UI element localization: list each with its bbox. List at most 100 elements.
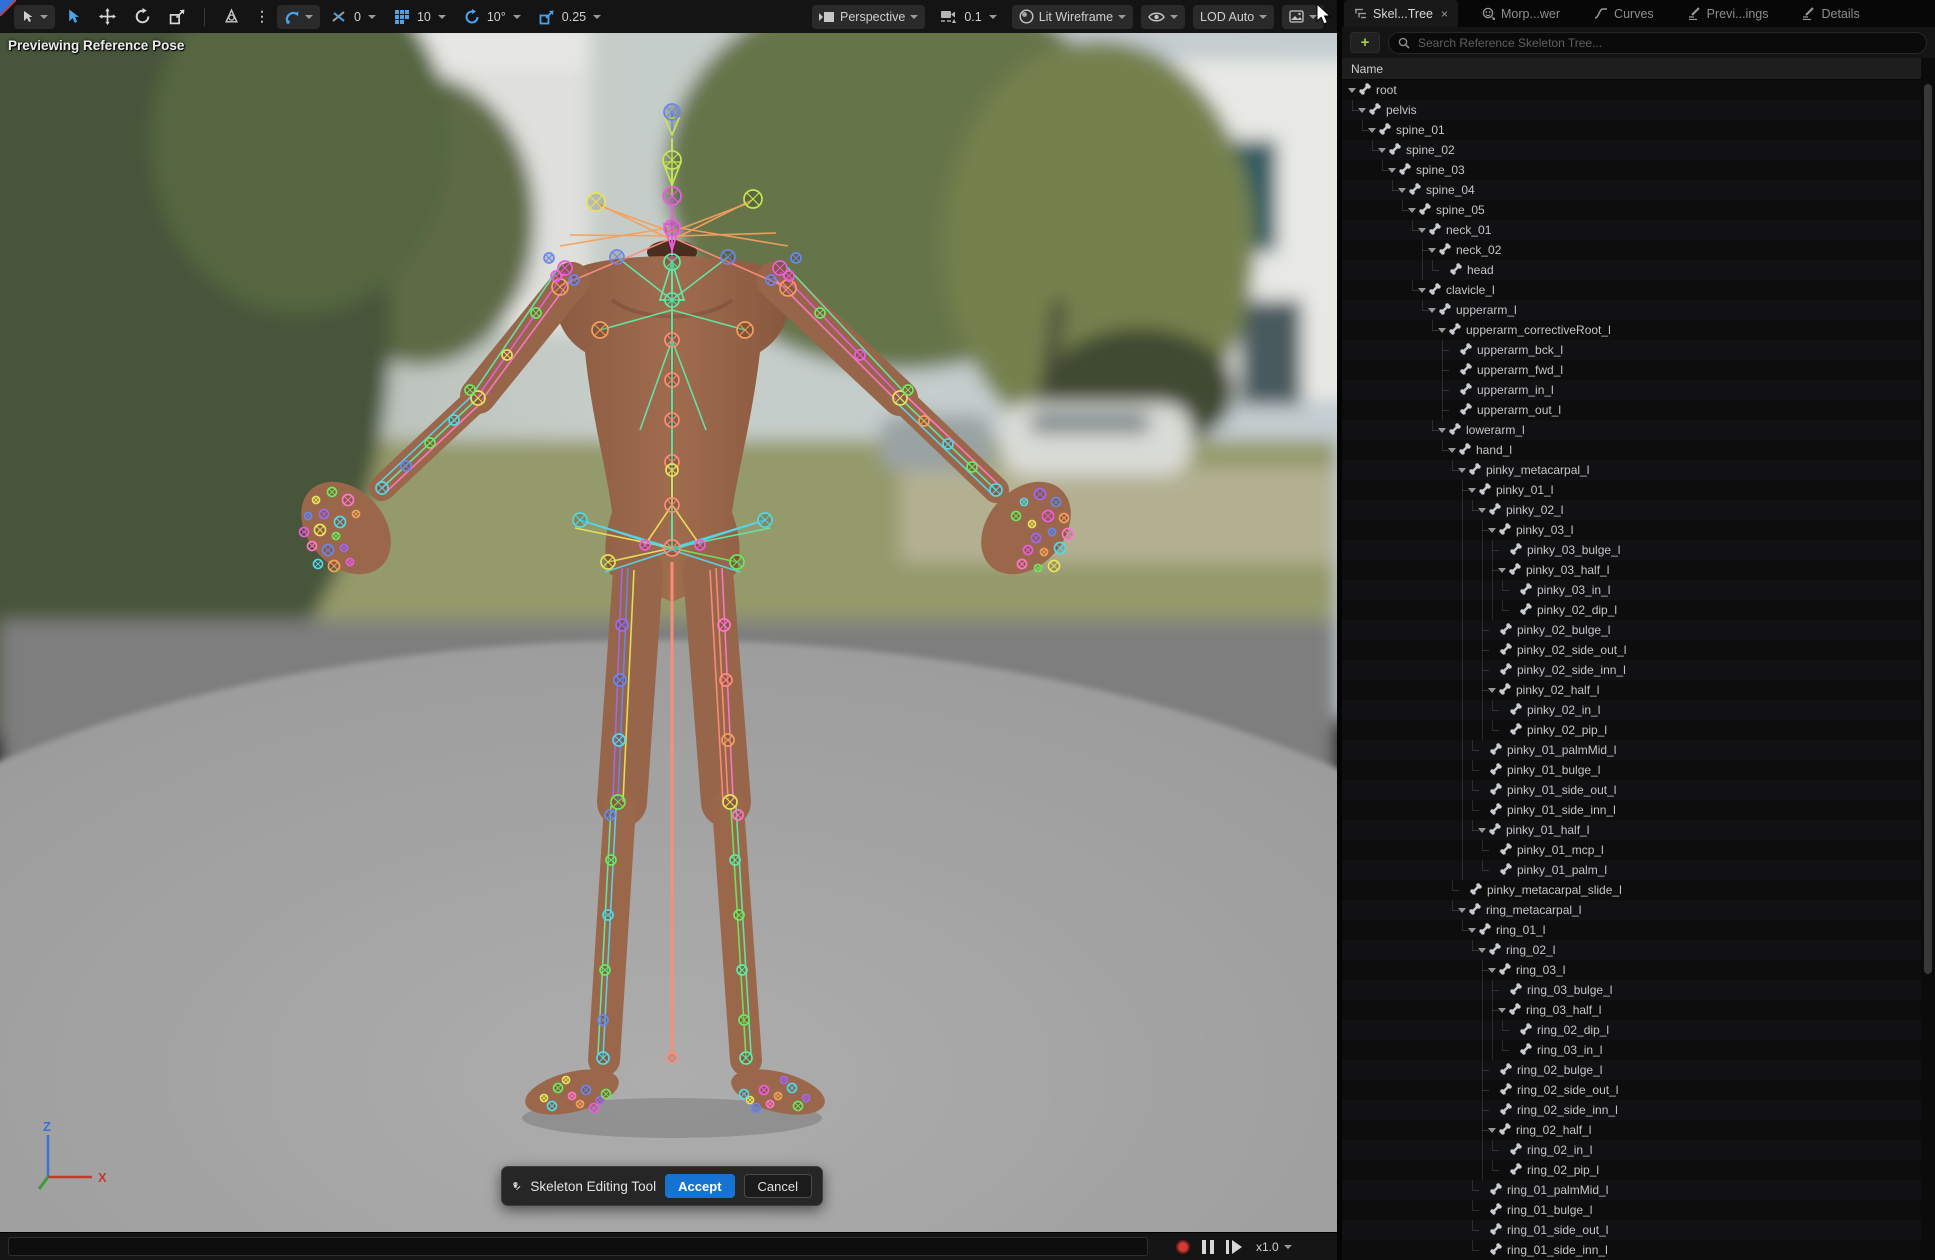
tree-row-pinky_02_half_l[interactable]: pinky_02_half_l — [1342, 680, 1926, 700]
tree-row-neck_02[interactable]: neck_02 — [1342, 240, 1926, 260]
tree-row-ring_03_half_l[interactable]: ring_03_half_l — [1342, 1000, 1926, 1020]
add-bone-button[interactable]: + — [1350, 32, 1380, 53]
expander-arrow-icon[interactable] — [1428, 248, 1436, 253]
rotate-tool-button[interactable] — [127, 5, 158, 29]
tree-row-head[interactable]: head — [1342, 260, 1926, 280]
tree-row-ring_metacarpal_l[interactable]: ring_metacarpal_l — [1342, 900, 1926, 920]
expander-arrow-icon[interactable] — [1448, 448, 1456, 453]
tree-row-ring_03_in_l[interactable]: ring_03_in_l — [1342, 1040, 1926, 1060]
expander-arrow-icon[interactable] — [1468, 488, 1476, 493]
tree-row-pinky_02_side_inn_l[interactable]: pinky_02_side_inn_l — [1342, 660, 1926, 680]
tree-row-root[interactable]: root — [1342, 80, 1926, 100]
actor-snap-control[interactable]: 0 — [324, 5, 383, 29]
tree-row-upperarm_fwd_l[interactable]: upperarm_fwd_l — [1342, 360, 1926, 380]
tree-row-pinky_02_l[interactable]: pinky_02_l — [1342, 500, 1926, 520]
tree-row-ring_02_half_l[interactable]: ring_02_half_l — [1342, 1120, 1926, 1140]
tree-row-clavicle_l[interactable]: clavicle_l — [1342, 280, 1926, 300]
pause-button[interactable] — [1202, 1240, 1214, 1254]
rotation-snap-control[interactable]: 10° — [457, 5, 528, 29]
expander-arrow-icon[interactable] — [1418, 228, 1426, 233]
tree-row-neck_01[interactable]: neck_01 — [1342, 220, 1926, 240]
expander-arrow-icon[interactable] — [1498, 568, 1506, 573]
expander-arrow-icon[interactable] — [1488, 968, 1496, 973]
tree-row-pinky_02_pip_l[interactable]: pinky_02_pip_l — [1342, 720, 1926, 740]
tree-row-upperarm_out_l[interactable]: upperarm_out_l — [1342, 400, 1926, 420]
tree-row-ring_02_side_out_l[interactable]: ring_02_side_out_l — [1342, 1080, 1926, 1100]
tab-close-icon[interactable]: × — [1441, 7, 1448, 21]
tree-row-lowerarm_l[interactable]: lowerarm_l — [1342, 420, 1926, 440]
tab-skel-tree[interactable]: Skel...Tree× — [1344, 0, 1458, 27]
expander-arrow-icon[interactable] — [1478, 828, 1486, 833]
select-tool-button[interactable] — [59, 5, 88, 29]
show-flags-dropdown[interactable] — [1141, 5, 1185, 29]
camera-speed-control[interactable]: 0.1 — [933, 5, 1003, 29]
tree-row-pinky_02_dip_l[interactable]: pinky_02_dip_l — [1342, 600, 1926, 620]
tab-morp-wer[interactable]: Morp...wer — [1472, 0, 1570, 27]
move-tool-button[interactable] — [92, 5, 123, 29]
tree-row-pinky_metacarpal_slide_l[interactable]: pinky_metacarpal_slide_l — [1342, 880, 1926, 900]
tree-row-pinky_03_bulge_l[interactable]: pinky_03_bulge_l — [1342, 540, 1926, 560]
tab-curves[interactable]: Curves — [1584, 0, 1664, 27]
expander-arrow-icon[interactable] — [1478, 508, 1486, 513]
expander-arrow-icon[interactable] — [1398, 188, 1406, 193]
tree-row-ring_02_pip_l[interactable]: ring_02_pip_l — [1342, 1160, 1926, 1180]
expander-arrow-icon[interactable] — [1428, 308, 1436, 313]
tree-row-pinky_02_side_out_l[interactable]: pinky_02_side_out_l — [1342, 640, 1926, 660]
lod-dropdown[interactable]: LOD Auto — [1193, 5, 1274, 29]
step-forward-button[interactable] — [1226, 1240, 1242, 1254]
toolbar-overflow-menu[interactable]: ⋮ — [255, 8, 269, 25]
tree-row-ring_01_l[interactable]: ring_01_l — [1342, 920, 1926, 940]
tree-row-ring_01_bulge_l[interactable]: ring_01_bulge_l — [1342, 1200, 1926, 1220]
tree-row-spine_02[interactable]: spine_02 — [1342, 140, 1926, 160]
tree-row-spine_05[interactable]: spine_05 — [1342, 200, 1926, 220]
tree-row-ring_01_side_inn_l[interactable]: ring_01_side_inn_l — [1342, 1240, 1926, 1260]
scale-tool-button[interactable] — [162, 5, 193, 29]
tree-row-ring_01_side_out_l[interactable]: ring_01_side_out_l — [1342, 1220, 1926, 1240]
timeline-scrubber[interactable] — [8, 1237, 1148, 1256]
tree-row-hand_l[interactable]: hand_l — [1342, 440, 1926, 460]
tree-row-pinky_02_bulge_l[interactable]: pinky_02_bulge_l — [1342, 620, 1926, 640]
view-mode-dropdown[interactable]: Lit Wireframe — [1012, 5, 1133, 29]
tree-row-upperarm_in_l[interactable]: upperarm_in_l — [1342, 380, 1926, 400]
expander-arrow-icon[interactable] — [1488, 688, 1496, 693]
tree-row-pinky_01_l[interactable]: pinky_01_l — [1342, 480, 1926, 500]
expander-arrow-icon[interactable] — [1368, 128, 1376, 133]
tree-row-pinky_03_l[interactable]: pinky_03_l — [1342, 520, 1926, 540]
record-button[interactable] — [1176, 1240, 1190, 1254]
tree-row-pinky_01_palm_l[interactable]: pinky_01_palm_l — [1342, 860, 1926, 880]
expander-arrow-icon[interactable] — [1498, 1008, 1506, 1013]
expander-arrow-icon[interactable] — [1438, 328, 1446, 333]
tree-row-pinky_01_bulge_l[interactable]: pinky_01_bulge_l — [1342, 760, 1926, 780]
camera-mode-dropdown[interactable]: Perspective — [812, 5, 925, 29]
tree-row-ring_02_bulge_l[interactable]: ring_02_bulge_l — [1342, 1060, 1926, 1080]
tree-row-ring_02_in_l[interactable]: ring_02_in_l — [1342, 1140, 1926, 1160]
search-field[interactable] — [1388, 32, 1927, 54]
tree-row-pinky_metacarpal_l[interactable]: pinky_metacarpal_l — [1342, 460, 1926, 480]
tree-row-pinky_01_half_l[interactable]: pinky_01_half_l — [1342, 820, 1926, 840]
tree-row-upperarm_l[interactable]: upperarm_l — [1342, 300, 1926, 320]
tree-row-pinky_01_side_inn_l[interactable]: pinky_01_side_inn_l — [1342, 800, 1926, 820]
tree-row-ring_03_l[interactable]: ring_03_l — [1342, 960, 1926, 980]
tree-row-spine_01[interactable]: spine_01 — [1342, 120, 1926, 140]
select-mode-dropdown[interactable] — [14, 5, 55, 29]
expander-arrow-icon[interactable] — [1418, 288, 1426, 293]
tree-row-ring_01_palmMid_l[interactable]: ring_01_palmMid_l — [1342, 1180, 1926, 1200]
grid-snap-control[interactable]: 10 — [387, 5, 453, 29]
tree-row-ring_02_dip_l[interactable]: ring_02_dip_l — [1342, 1020, 1926, 1040]
tab-details[interactable]: Details — [1792, 0, 1869, 27]
tab-previ-ings[interactable]: Previ...ings — [1678, 0, 1779, 27]
expander-arrow-icon[interactable] — [1468, 928, 1476, 933]
coordinate-space-button[interactable] — [216, 5, 247, 29]
expander-arrow-icon[interactable] — [1348, 88, 1356, 93]
accept-button[interactable]: Accept — [665, 1174, 734, 1198]
expander-arrow-icon[interactable] — [1438, 428, 1446, 433]
tree-row-pelvis[interactable]: pelvis — [1342, 100, 1926, 120]
tree-row-upperarm_bck_l[interactable]: upperarm_bck_l — [1342, 340, 1926, 360]
tree-row-pinky_03_in_l[interactable]: pinky_03_in_l — [1342, 580, 1926, 600]
tree-column-header[interactable]: Name — [1342, 58, 1935, 80]
expander-arrow-icon[interactable] — [1458, 468, 1466, 473]
viewport[interactable]: Previewing Reference Pose Z X — [0, 0, 1337, 1260]
expander-arrow-icon[interactable] — [1488, 528, 1496, 533]
expander-arrow-icon[interactable] — [1488, 1128, 1496, 1133]
expander-arrow-icon[interactable] — [1388, 168, 1396, 173]
